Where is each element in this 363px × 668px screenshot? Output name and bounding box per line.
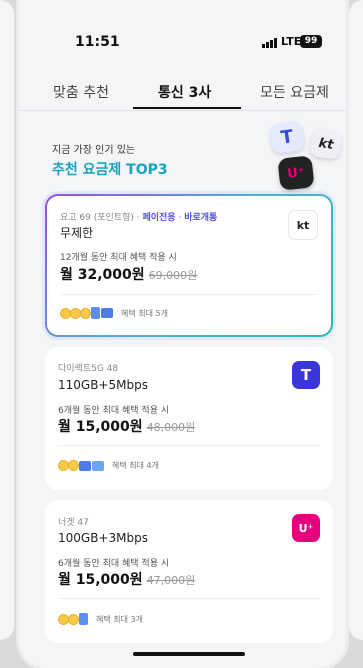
- tag-instant-activation: 바로개통: [184, 213, 218, 223]
- skt-logo-glyph: T: [279, 125, 295, 149]
- coin-icon: [80, 307, 91, 319]
- plan-meta: 다이렉트5G 48: [58, 364, 119, 374]
- plan-name: 110GB+5Mbps: [58, 378, 148, 392]
- plan-meta: 너겟 47: [58, 518, 89, 528]
- benefit-count: 혜택 최대 3개: [96, 614, 143, 624]
- plan-meta: 요고 69 (포인트형) · 페이전용 · 바로개통: [60, 210, 217, 223]
- hero-subtitle: 지금 가장 인기 있는: [52, 145, 136, 156]
- carrier-glyph: T: [300, 366, 312, 384]
- card-divider: [58, 598, 320, 599]
- gift-icon: [79, 613, 88, 625]
- carrier-tabs: 맞춤 추천 통신 3사 모든 요금제: [19, 76, 346, 111]
- home-indicator[interactable]: [133, 652, 245, 656]
- signal-icon: [262, 38, 277, 48]
- benefit-icons: 혜택 최대 3개: [58, 613, 143, 625]
- hero-title: 추천 요금제 TOP3: [52, 162, 168, 178]
- tag-separator: ·: [175, 213, 185, 223]
- benefit-icons: 혜택 최대 5개: [60, 307, 168, 319]
- lgu-logo-icon: U⁺: [277, 155, 315, 191]
- original-price: 47,000원: [146, 574, 196, 587]
- benefit-note: 12개월 동안 최대 혜택 적용 시: [60, 253, 177, 263]
- active-tab-indicator: [133, 107, 241, 109]
- skt-logo-icon: T: [269, 119, 305, 155]
- carrier-lgu-icon: U⁺: [292, 514, 320, 542]
- card-divider: [58, 445, 320, 446]
- carrier-kt-icon: kt: [288, 210, 318, 240]
- gift-icon: [91, 307, 100, 319]
- plan-meta-name: 요고 69 (포인트형) ·: [60, 213, 143, 223]
- plan-price: 월 15,000원: [58, 572, 143, 588]
- card-divider: [60, 294, 318, 295]
- plan-card-skt[interactable]: 다이렉트5G 48 110GB+5Mbps 6개월 동안 최대 혜택 적용 시 …: [45, 347, 333, 490]
- benefit-count: 혜택 최대 5개: [121, 308, 168, 318]
- plan-price: 월 15,000원: [58, 419, 143, 435]
- tab-all-plans[interactable]: 모든 요금제: [260, 82, 329, 102]
- kt-logo-glyph: kt: [317, 135, 335, 153]
- carrier-glyph: U⁺: [298, 521, 314, 535]
- benefit-icons: 혜택 최대 4개: [58, 460, 159, 471]
- status-bar: 11:51 LTE 99: [19, 0, 346, 70]
- carrier-skt-icon: T: [292, 361, 320, 389]
- tag-pay-only: 페이전용: [142, 213, 176, 223]
- left-edge-panel: [0, 0, 14, 640]
- carrier-glyph: kt: [296, 218, 310, 232]
- battery-icon: 99: [300, 35, 322, 48]
- phone-screen: 11:51 LTE 99 맞춤 추천 통신 3사 모든 요금제 지금 가장 인기…: [19, 0, 346, 668]
- original-price: 48,000원: [146, 421, 196, 434]
- network-label: LTE: [281, 35, 302, 48]
- price-line: 월 32,000원 69,000원: [60, 264, 197, 284]
- tab-custom-recommend[interactable]: 맞춤 추천: [53, 82, 109, 102]
- benefit-count: 혜택 최대 4개: [112, 461, 159, 470]
- plan-name: 100GB+3Mbps: [58, 531, 148, 545]
- kt-logo-icon: kt: [309, 128, 343, 160]
- plan-name: 무제한: [60, 226, 94, 240]
- plan-price: 월 32,000원: [60, 267, 145, 283]
- original-price: 69,000원: [148, 269, 198, 282]
- lgu-logo-glyph: U⁺: [286, 164, 306, 182]
- plan-card-kt[interactable]: 요고 69 (포인트형) · 페이전용 · 바로개통 무제한 12개월 동안 최…: [45, 194, 333, 337]
- benefit-note: 6개월 동안 최대 혜택 적용 시: [58, 406, 170, 416]
- card-icon: [101, 308, 113, 318]
- coin-icon: [68, 613, 79, 625]
- status-time: 11:51: [75, 34, 120, 50]
- right-edge-panel: [349, 0, 363, 640]
- plan-card-lgu[interactable]: 너겟 47 100GB+3Mbps 6개월 동안 최대 혜택 적용 시 월 15…: [45, 500, 333, 643]
- coupon-icon: [92, 460, 104, 471]
- card-icon: [79, 460, 91, 471]
- coin-icon: [68, 460, 79, 471]
- price-line: 월 15,000원 47,000원: [58, 569, 195, 589]
- tab-three-carriers[interactable]: 통신 3사: [158, 82, 211, 102]
- price-line: 월 15,000원 48,000원: [58, 416, 195, 436]
- benefit-note: 6개월 동안 최대 혜택 적용 시: [58, 559, 170, 569]
